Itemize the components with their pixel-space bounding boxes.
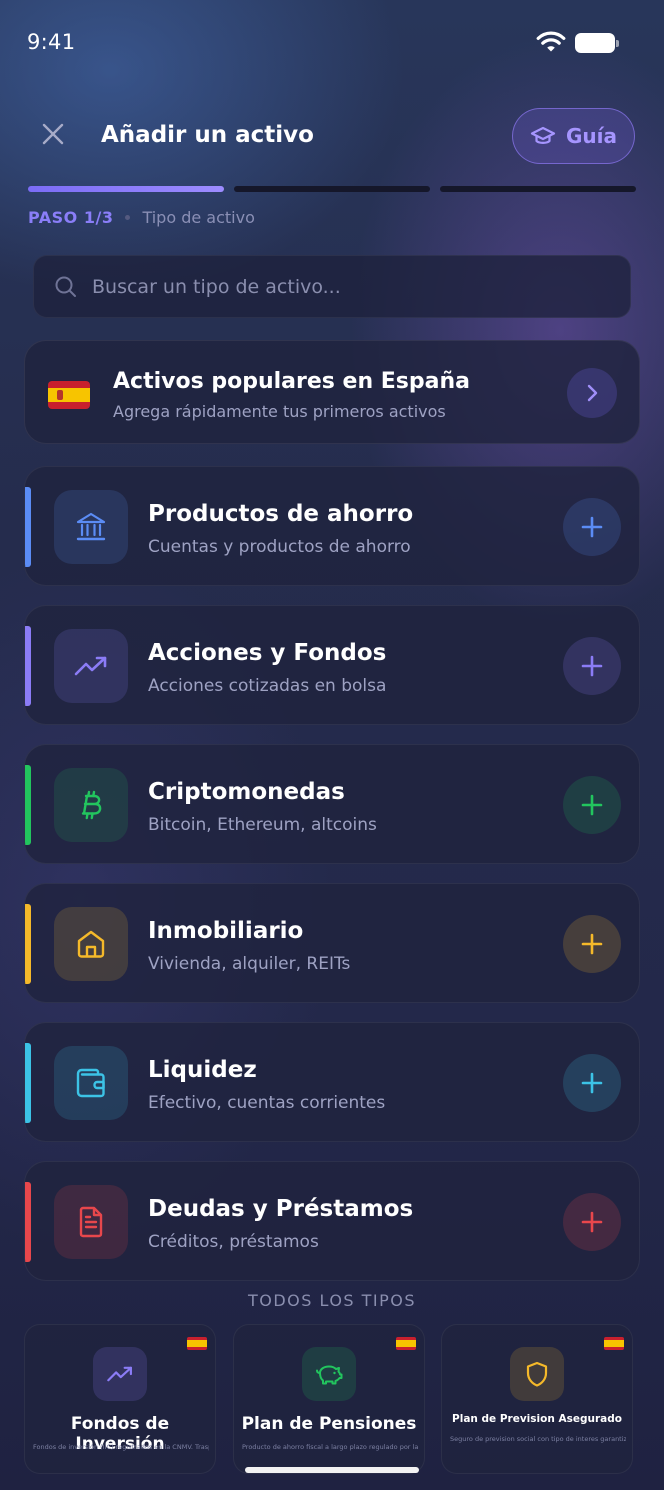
home-indicator[interactable] — [245, 1467, 419, 1473]
document-icon — [79, 1206, 103, 1238]
add-liquidity-button[interactable] — [563, 1054, 621, 1112]
trending-up-icon — [107, 1366, 132, 1382]
status-time: 9:41 — [27, 30, 76, 54]
add-savings-button[interactable] — [563, 498, 621, 556]
bank-icon — [76, 512, 106, 541]
plus-icon — [581, 1072, 603, 1094]
type-description: Fondos de inversión (IIC) registrados en… — [33, 1443, 209, 1451]
category-subtitle: Cuentas y productos de ahorro — [148, 537, 411, 557]
category-accent — [25, 1043, 31, 1123]
type-title: Plan de Prevision Asegurado — [452, 1413, 622, 1425]
category-crypto[interactable]: Criptomonedas Bitcoin, Ethereum, altcoin… — [24, 744, 640, 864]
category-icon-box — [54, 1185, 128, 1259]
type-card-insured-plan[interactable]: Plan de Prevision Asegurado Seguro de pr… — [441, 1324, 633, 1474]
plus-icon — [581, 1211, 603, 1233]
category-icon-box — [54, 490, 128, 564]
plus-icon — [581, 516, 603, 538]
category-icon-box — [54, 907, 128, 981]
step-indicator: PASO 1/3 Tipo de activo — [28, 208, 255, 227]
category-title: Acciones y Fondos — [148, 640, 387, 666]
popular-subtitle: Agrega rápidamente tus primeros activos — [113, 402, 446, 421]
bitcoin-icon — [81, 790, 102, 820]
category-debts[interactable]: Deudas y Préstamos Créditos, préstamos — [24, 1161, 640, 1281]
progress-segment-3 — [440, 186, 636, 192]
category-title: Inmobiliario — [148, 918, 304, 944]
popular-open-button[interactable] — [567, 368, 617, 418]
guide-button-label: Guía — [565, 124, 617, 148]
popular-assets-card[interactable]: Activos populares en España Agrega rápid… — [24, 340, 640, 444]
category-icon-box — [54, 768, 128, 842]
add-debts-button[interactable] — [563, 1193, 621, 1251]
category-subtitle: Bitcoin, Ethereum, altcoins — [148, 815, 377, 835]
category-title: Criptomonedas — [148, 779, 345, 805]
category-accent — [25, 626, 31, 706]
piggy-bank-icon — [316, 1365, 343, 1385]
type-description: Seguro de prevision social con tipo de i… — [450, 1435, 626, 1443]
category-subtitle: Vivienda, alquiler, REITs — [148, 954, 351, 974]
search-icon — [55, 276, 76, 297]
type-icon-box — [93, 1347, 147, 1401]
type-icon-box — [302, 1347, 356, 1401]
status-bar: 9:41 — [0, 0, 664, 80]
step-progress — [28, 186, 636, 192]
type-title: Plan de Pensiones — [241, 1414, 417, 1434]
shield-icon — [526, 1361, 548, 1387]
category-icon-box — [54, 1046, 128, 1120]
type-card-investment-funds[interactable]: Fondos de Inversión Fondos de inversión … — [24, 1324, 216, 1474]
close-icon — [42, 123, 64, 145]
plus-icon — [581, 655, 603, 677]
spain-flag-icon — [48, 381, 90, 409]
category-icon-box — [54, 629, 128, 703]
wallet-icon — [76, 1068, 105, 1098]
category-subtitle: Efectivo, cuentas corrientes — [148, 1093, 386, 1113]
popular-title: Activos populares en España — [113, 369, 470, 394]
step-label: Tipo de activo — [142, 208, 255, 227]
category-savings[interactable]: Productos de ahorro Cuentas y productos … — [24, 466, 640, 586]
header: Añadir un activo Guía — [0, 100, 664, 175]
category-title: Liquidez — [148, 1057, 257, 1083]
category-accent — [25, 1182, 31, 1262]
type-card-pension-plan[interactable]: Plan de Pensiones Producto de ahorro fis… — [233, 1324, 425, 1474]
all-types-label: TODOS LOS TIPOS — [247, 1291, 417, 1310]
category-title: Deudas y Préstamos — [148, 1196, 414, 1222]
progress-segment-1 — [28, 186, 224, 192]
category-real-estate[interactable]: Inmobiliario Vivienda, alquiler, REITs — [24, 883, 640, 1003]
category-title: Productos de ahorro — [148, 501, 414, 527]
category-subtitle: Acciones cotizadas en bolsa — [148, 676, 387, 696]
category-accent — [25, 765, 31, 845]
step-number: PASO 1/3 — [28, 208, 114, 227]
wifi-icon — [536, 31, 566, 52]
add-crypto-button[interactable] — [563, 776, 621, 834]
close-button[interactable] — [37, 118, 69, 150]
battery-icon — [575, 33, 619, 53]
spain-flag-icon — [396, 1337, 416, 1350]
type-description: Producto de ahorro fiscal a largo plazo … — [242, 1443, 418, 1451]
search-bar[interactable] — [33, 255, 631, 318]
house-icon — [77, 930, 105, 958]
category-subtitle: Créditos, préstamos — [148, 1232, 319, 1252]
type-icon-box — [510, 1347, 564, 1401]
guide-button[interactable]: Guía — [512, 108, 635, 164]
chevron-right-icon — [587, 384, 598, 402]
trending-up-icon — [74, 656, 107, 676]
spain-flag-icon — [187, 1337, 207, 1350]
page-title: Añadir un activo — [101, 122, 314, 148]
category-stocks[interactable]: Acciones y Fondos Acciones cotizadas en … — [24, 605, 640, 725]
category-accent — [25, 904, 31, 984]
search-input[interactable] — [92, 275, 630, 298]
category-accent — [25, 487, 31, 567]
category-liquidity[interactable]: Liquidez Efectivo, cuentas corrientes — [24, 1022, 640, 1142]
add-stocks-button[interactable] — [563, 637, 621, 695]
progress-segment-2 — [234, 186, 430, 192]
plus-icon — [581, 794, 603, 816]
add-real-estate-button[interactable] — [563, 915, 621, 973]
separator-dot — [125, 215, 131, 220]
spain-flag-icon — [604, 1337, 624, 1350]
graduation-cap-icon — [530, 126, 556, 144]
plus-icon — [581, 933, 603, 955]
